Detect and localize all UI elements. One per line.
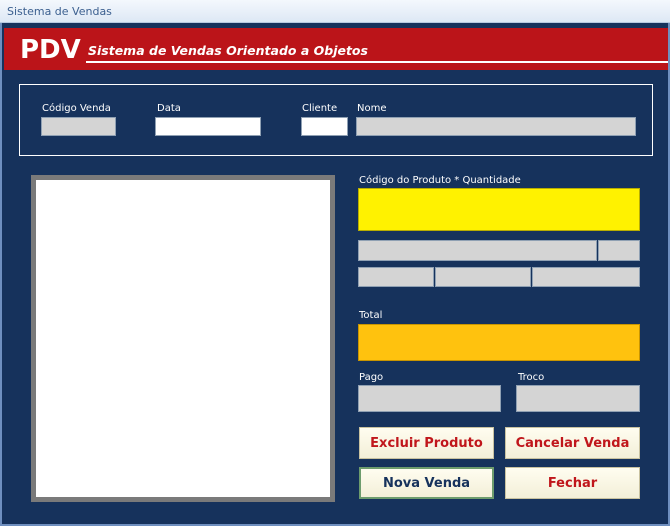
nome-label: Nome: [357, 103, 387, 114]
product-description-field[interactable]: [358, 240, 597, 261]
banner-underline: [86, 61, 668, 63]
window-title: Sistema de Vendas: [0, 0, 670, 23]
total-field[interactable]: [358, 324, 640, 361]
fechar-button[interactable]: Fechar: [505, 467, 640, 499]
codigo-produto-quantidade-input[interactable]: [358, 188, 640, 231]
data-label: Data: [157, 103, 181, 114]
cancelar-venda-button[interactable]: Cancelar Venda: [505, 427, 640, 459]
cliente-label: Cliente: [302, 103, 338, 114]
sale-header-box: Código Venda Data Cliente Nome: [19, 84, 653, 156]
troco-field[interactable]: [516, 385, 640, 412]
banner-subtitle: Sistema de Vendas Orientado a Objetos: [88, 43, 368, 58]
product-subtotal-field[interactable]: [532, 267, 640, 287]
codigo-produto-quantidade-label: Código do Produto * Quantidade: [359, 175, 521, 186]
troco-label: Troco: [518, 372, 545, 383]
sales-form: PDV Sistema de Vendas Orientado a Objeto…: [0, 23, 670, 526]
excluir-produto-button[interactable]: Excluir Produto: [359, 427, 494, 459]
banner-logo: PDV: [20, 35, 81, 65]
nova-venda-button[interactable]: Nova Venda: [359, 467, 494, 499]
total-label: Total: [359, 310, 383, 321]
product-unit-field[interactable]: [598, 240, 640, 261]
product-quantity-field[interactable]: [358, 267, 434, 287]
product-list[interactable]: [31, 175, 335, 502]
codigo-venda-label: Código Venda: [42, 103, 111, 114]
product-unit-price-field[interactable]: [435, 267, 531, 287]
codigo-venda-field[interactable]: [41, 117, 116, 136]
banner: PDV Sistema de Vendas Orientado a Objeto…: [4, 28, 668, 70]
cliente-field[interactable]: [301, 117, 348, 136]
data-field[interactable]: [155, 117, 261, 136]
pago-label: Pago: [359, 372, 384, 383]
nome-field[interactable]: [356, 117, 636, 136]
pago-field[interactable]: [358, 385, 501, 412]
